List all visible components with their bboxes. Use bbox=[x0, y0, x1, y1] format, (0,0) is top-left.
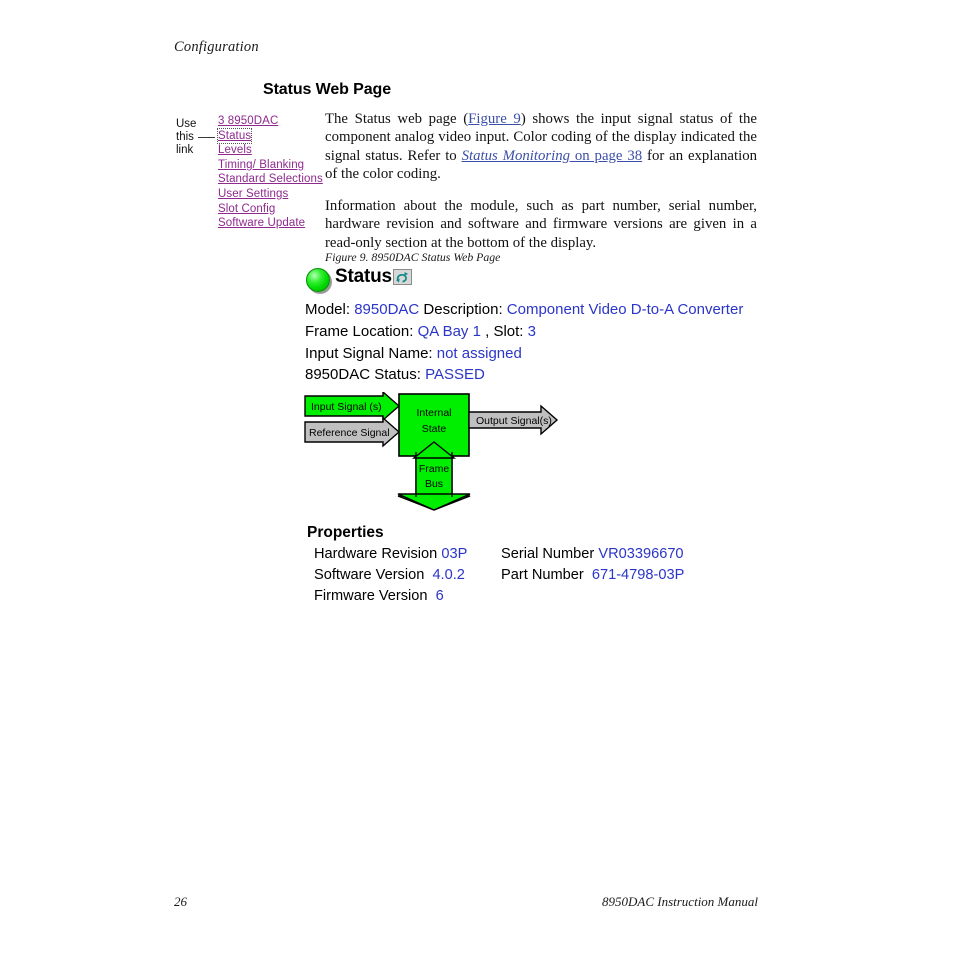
nav-item-wrap-7: Software Update bbox=[218, 216, 323, 231]
properties-left-column: Hardware Revision 03P Software Version 4… bbox=[314, 544, 467, 608]
margin-note-line-3: link bbox=[176, 144, 194, 157]
internal-state-label-2: State bbox=[422, 423, 447, 435]
figure-9-link[interactable]: Figure 9 bbox=[468, 111, 521, 127]
software-version-value: 4.0.2 bbox=[432, 567, 465, 584]
slot-label: , Slot: bbox=[485, 322, 524, 340]
sidebar-item-user-settings[interactable]: User Settings bbox=[218, 187, 323, 202]
sidebar-nav: 3 8950DAC Status Levels Timing/ Blanking… bbox=[216, 114, 323, 231]
body-text: The Status web page (Figure 9) shows the… bbox=[325, 110, 757, 266]
nav-item-wrap-3: Timing/ Blanking bbox=[218, 158, 323, 173]
status-header: Status bbox=[303, 266, 773, 296]
properties-title: Properties bbox=[307, 524, 384, 541]
property-row-hardware-revision: Hardware Revision 03P bbox=[314, 544, 467, 565]
paragraph-1: The Status web page (Figure 9) shows the… bbox=[325, 110, 757, 183]
part-number-label: Part Number bbox=[501, 567, 584, 584]
property-row-firmware-version: Firmware Version 6 bbox=[314, 586, 467, 607]
status-web-page-screenshot: Status Model: 8950DAC Description: Compo… bbox=[303, 266, 773, 604]
field-row-frame-location: Frame Location: QA Bay 1 , Slot: 3 bbox=[305, 321, 743, 343]
footer-manual-title: 8950DAC Instruction Manual bbox=[602, 894, 758, 909]
slot-value: 3 bbox=[527, 322, 536, 340]
status-led-icon bbox=[306, 268, 330, 292]
properties-right-column: Serial Number VR03396670 Part Number 671… bbox=[501, 544, 684, 586]
serial-number-value: VR03396670 bbox=[598, 546, 684, 562]
reference-signal-label: Reference Signal bbox=[309, 427, 390, 439]
running-head: Configuration bbox=[174, 39, 259, 55]
status-heading: Status bbox=[335, 266, 392, 287]
margin-note-pointer-line bbox=[198, 137, 215, 138]
internal-state-label-1: Internal bbox=[416, 407, 451, 419]
status-label: 8950DAC Status: bbox=[305, 366, 421, 384]
paragraph-2: Information about the module, such as pa… bbox=[325, 198, 757, 251]
p1-text-a: The Status web page ( bbox=[325, 111, 469, 127]
field-row-input-signal-name: Input Signal Name: not assigned bbox=[305, 343, 743, 365]
property-row-serial-number: Serial Number VR03396670 bbox=[501, 544, 684, 565]
nav-item-wrap-2: Levels bbox=[218, 143, 323, 158]
nav-item-wrap-5: User Settings bbox=[218, 187, 323, 202]
figure-caption: Figure 9. 8950DAC Status Web Page bbox=[325, 250, 501, 264]
input-signal-name-value: not assigned bbox=[436, 344, 522, 362]
status-monitoring-link[interactable]: Status Monitoring bbox=[462, 148, 570, 164]
part-number-value: 671-4798-03P bbox=[591, 567, 685, 584]
output-signal-label: Output Signal(s) bbox=[476, 415, 552, 427]
property-row-software-version: Software Version 4.0.2 bbox=[314, 565, 467, 586]
nav-item-wrap-0: 3 8950DAC bbox=[218, 114, 323, 129]
property-row-part-number: Part Number 671-4798-03P bbox=[501, 565, 684, 586]
input-signal-label: Input Signal (s) bbox=[311, 401, 382, 413]
sidebar-item-slot-config[interactable]: Slot Config bbox=[218, 202, 323, 217]
margin-note-line-1: Use bbox=[176, 118, 197, 130]
description-label: Description: bbox=[423, 301, 503, 318]
frame-location-value: QA Bay 1 bbox=[417, 322, 481, 340]
description-value: Component Video D-to-A Converter bbox=[506, 301, 744, 318]
firmware-version-label: Firmware Version bbox=[314, 588, 428, 605]
nav-item-wrap-1: Status bbox=[216, 127, 323, 145]
properties-section: Properties Hardware Revision 03P Softwar… bbox=[307, 524, 727, 604]
signal-flow-svg: Input Signal (s) Reference Signal Intern… bbox=[304, 390, 559, 511]
refresh-icon bbox=[396, 272, 409, 283]
sidebar-item-8950dac[interactable]: 3 8950DAC bbox=[218, 114, 323, 129]
status-value: PASSED bbox=[425, 366, 485, 384]
sidebar-item-status[interactable]: Status bbox=[216, 127, 253, 145]
nav-item-wrap-4: Standard Selections bbox=[218, 172, 323, 187]
firmware-version-value: 6 bbox=[435, 588, 444, 605]
frame-bus-shaft bbox=[416, 452, 452, 500]
refresh-button[interactable] bbox=[393, 269, 412, 285]
status-monitoring-page-link[interactable]: on page 38 bbox=[570, 148, 642, 164]
sidebar-item-standard-selections[interactable]: Standard Selections bbox=[218, 172, 323, 187]
model-value: 8950DAC bbox=[354, 301, 420, 318]
status-fields: Model: 8950DAC Description: Component Vi… bbox=[305, 299, 743, 386]
nav-item-wrap-6: Slot Config bbox=[218, 202, 323, 217]
software-version-label: Software Version bbox=[314, 567, 425, 584]
frame-bus-lower-head bbox=[397, 493, 471, 511]
model-label: Model: bbox=[305, 301, 351, 318]
field-row-status: 8950DAC Status: PASSED bbox=[305, 364, 743, 386]
sidebar-item-timing-blanking[interactable]: Timing/ Blanking bbox=[218, 158, 323, 173]
page-title: Status Web Page bbox=[263, 81, 392, 98]
manual-page: Configuration Status Web Page Use this l… bbox=[0, 0, 954, 954]
frame-bus-label-2: Bus bbox=[425, 478, 443, 490]
signal-flow-diagram: Input Signal (s) Reference Signal Intern… bbox=[303, 390, 573, 512]
frame-location-label: Frame Location: bbox=[305, 322, 414, 340]
hardware-revision-value: 03P bbox=[441, 546, 468, 562]
sidebar-item-levels[interactable]: Levels bbox=[218, 143, 323, 158]
field-row-model: Model: 8950DAC Description: Component Vi… bbox=[305, 299, 743, 321]
hardware-revision-label: Hardware Revision bbox=[314, 546, 438, 562]
input-signal-name-label: Input Signal Name: bbox=[305, 344, 433, 362]
serial-number-label: Serial Number bbox=[501, 546, 595, 562]
sidebar-item-software-update[interactable]: Software Update bbox=[218, 216, 323, 231]
footer-page-number: 26 bbox=[174, 894, 187, 909]
frame-bus-label-1: Frame bbox=[419, 463, 449, 475]
